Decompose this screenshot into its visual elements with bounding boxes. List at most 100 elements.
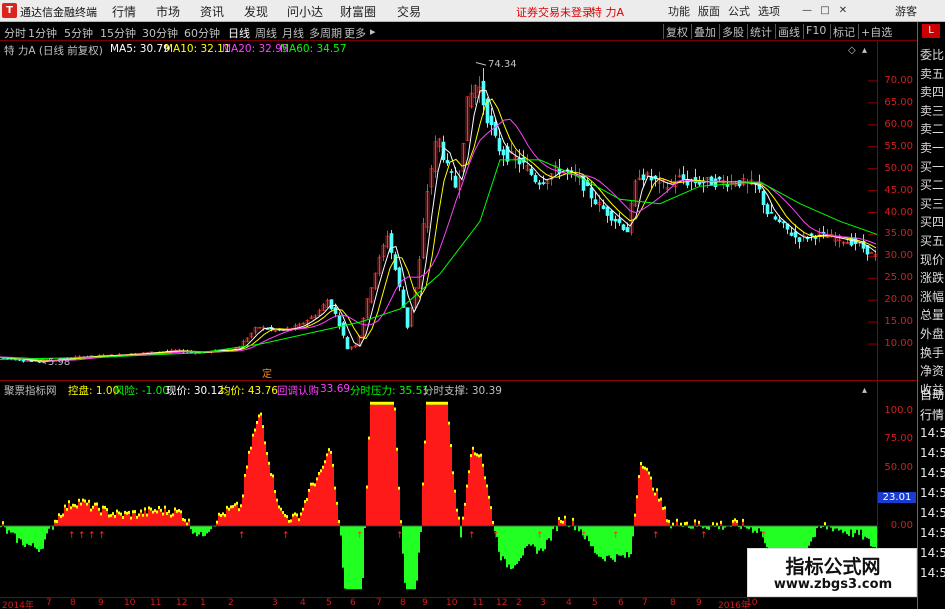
multi-stock-button[interactable]: 多股 <box>719 24 746 39</box>
indicator-pullback: 回调认购 <box>277 385 319 397</box>
sidebar-item[interactable]: 卖五 <box>920 65 944 82</box>
date-tick-label: 7 <box>376 598 382 608</box>
sidebar-item[interactable]: 14:5 <box>920 486 945 500</box>
stats-button[interactable]: 统计 <box>747 24 774 39</box>
event-marker[interactable]: 定 <box>262 367 272 380</box>
candle-body <box>453 175 458 188</box>
tab-more[interactable]: 更多 <box>344 25 366 41</box>
indicator-bar-red <box>442 404 444 526</box>
sidebar-item[interactable]: 买二 <box>920 176 944 193</box>
indicator-bar-cap <box>82 498 84 502</box>
indicator-bar-cap <box>246 465 248 469</box>
sidebar-item[interactable]: 现价 <box>920 251 944 268</box>
sidebar-item[interactable]: 买五 <box>920 232 944 249</box>
panel-expand-icon[interactable]: ◇ <box>848 45 856 56</box>
add-favorite-button[interactable]: +自选 <box>858 24 894 39</box>
indicator-bar-cap <box>230 505 232 509</box>
login-warning[interactable]: 证券交易未登录 <box>516 4 593 20</box>
more-chevron-icon[interactable]: ▸ <box>370 25 376 38</box>
sidebar-item[interactable]: 卖三 <box>920 102 944 119</box>
tab-60min[interactable]: 60分钟 <box>184 25 220 41</box>
sidebar-item[interactable]: 14:5 <box>920 566 945 580</box>
kline-panel[interactable]: 74.34 5.98 定 ◇ ▴ 特 力A (日线 前复权) MA5: 30.79 MA… <box>0 41 877 380</box>
sidebar-item[interactable]: 14:5 <box>920 526 945 540</box>
maximize-icon[interactable]: □ <box>818 4 832 18</box>
sidebar-item[interactable]: 涨幅 <box>920 288 944 305</box>
menu-faxian[interactable]: 发现 <box>244 3 268 20</box>
guest-login-button[interactable]: 游客 <box>895 3 917 19</box>
sidebar-item[interactable]: 总量 <box>920 306 944 323</box>
sidebar-item[interactable]: 14:5 <box>920 546 945 560</box>
date-tick-label: 11 <box>150 598 162 608</box>
sidebar-item[interactable]: 买四 <box>920 213 944 230</box>
sidebar-item[interactable]: 行情 <box>920 406 944 423</box>
menu-shichang[interactable]: 市场 <box>156 3 180 20</box>
overlay-button[interactable]: 叠加 <box>691 24 718 39</box>
sidebar-item[interactable]: 卖一 <box>920 139 944 156</box>
indicator-bar-cap <box>152 510 154 514</box>
date-tick-label: 2 <box>516 598 522 608</box>
date-axis: 2014年 7 8 9 10 11 12 1 2 3 4 5 6 7 8 9 10 11 12 2 3 4 5 6 7 8 9 201… <box>0 597 917 609</box>
sidebar-item[interactable]: 14:5 <box>920 426 945 440</box>
sidebar-item[interactable]: 14:5 <box>920 506 945 520</box>
indicator-bar-red <box>266 454 268 526</box>
close-icon[interactable]: ✕ <box>836 4 850 18</box>
mark-button[interactable]: 标记 <box>830 24 857 39</box>
sidebar-item[interactable]: 买一 <box>920 158 944 175</box>
menu-jiaoyi[interactable]: 交易 <box>397 3 421 20</box>
indicator-bar-green <box>406 525 408 590</box>
draw-line-button[interactable]: 画线 <box>775 24 802 39</box>
indicator-bar-cap <box>140 509 142 513</box>
sidebar-item[interactable]: 涨跌 <box>920 269 944 286</box>
indicator-panel[interactable]: ↑ ↑ ↑ ↑ ↑ ↑ ↑ ↑ ↑ ↑ ↑ ↑ ↑ ↑ ↑ ↑ ▴ 聚票指标网 控盘: 1.00 风险: -1.… <box>0 380 877 597</box>
panel-collapse-icon[interactable]: ▴ <box>862 45 867 56</box>
sidebar-item[interactable]: 卖四 <box>920 83 944 100</box>
menu-zixun[interactable]: 资讯 <box>200 3 224 20</box>
indicator-collapse-icon[interactable]: ▴ <box>862 385 867 396</box>
layout-button[interactable]: 版面 <box>698 3 720 19</box>
indicator-bar-green <box>854 525 856 534</box>
fuquan-button[interactable]: 复权 <box>663 24 690 39</box>
tab-multi-period[interactable]: 多周期 <box>309 25 342 41</box>
f10-button[interactable]: F10 <box>803 24 828 39</box>
minimize-icon[interactable]: — <box>800 4 814 18</box>
sidebar-item[interactable]: 14:5 <box>920 466 945 480</box>
indicator-bar-red <box>152 513 154 526</box>
menu-hangqing[interactable]: 行情 <box>112 3 136 20</box>
sidebar-item[interactable]: 委比 <box>920 46 944 63</box>
indicator-bar-green <box>588 525 590 542</box>
sidebar-item[interactable]: 净资 <box>920 362 944 379</box>
menu-caifuquan[interactable]: 财富圈 <box>340 3 376 20</box>
tab-weekly[interactable]: 周线 <box>255 25 277 41</box>
sidebar-item[interactable]: 14:5 <box>920 446 945 460</box>
buy-signal-arrow: ↑ <box>580 531 588 541</box>
tab-daily[interactable]: 日线 <box>228 25 250 41</box>
tab-5min[interactable]: 5分钟 <box>64 25 93 41</box>
indicator-bar-red <box>130 519 132 526</box>
indicator-bar-cap <box>144 507 146 511</box>
indicator-bar-cap <box>440 401 442 405</box>
formula-button[interactable]: 公式 <box>728 3 750 19</box>
quote-sidebar[interactable]: 委比 卖五 卖四 卖三 卖二 卖一 买一 买二 买三 买四 买五 现价 涨跌 涨幅 总量 外盘 换手 净资 收益 自动… <box>917 22 945 609</box>
sidebar-item[interactable]: 换手 <box>920 344 944 361</box>
sidebar-item[interactable]: 卖二 <box>920 120 944 137</box>
function-button[interactable]: 功能 <box>668 3 690 19</box>
indicator-chart[interactable]: ↑ ↑ ↑ ↑ ↑ ↑ ↑ ↑ ↑ ↑ ↑ ↑ ↑ ↑ ↑ ↑▴ <box>0 381 877 598</box>
indicator-bar-cap <box>332 463 334 467</box>
options-button[interactable]: 选项 <box>758 3 780 19</box>
tab-1min[interactable]: 1分钟 <box>28 25 57 41</box>
date-tick-label: 1 <box>200 598 206 608</box>
tab-30min[interactable]: 30分钟 <box>142 25 178 41</box>
menu-wenxiaoda[interactable]: 问小达 <box>287 3 323 20</box>
tab-monthly[interactable]: 月线 <box>282 25 304 41</box>
indicator-bar-cap <box>86 502 88 506</box>
sidebar-item[interactable]: 买三 <box>920 195 944 212</box>
indicator-bar-green <box>528 525 530 545</box>
tab-15min[interactable]: 15分钟 <box>100 25 136 41</box>
kline-chart[interactable]: 74.34 5.98 定 ◇ ▴ <box>0 41 877 380</box>
sidebar-item[interactable]: 外盘 <box>920 325 944 342</box>
sidebar-item[interactable]: 自动 <box>920 386 944 403</box>
sidebar-toggle-icon[interactable]: L <box>922 24 940 38</box>
tab-fenshi[interactable]: 分时 <box>4 25 26 41</box>
indicator-bar-cap <box>426 401 428 405</box>
